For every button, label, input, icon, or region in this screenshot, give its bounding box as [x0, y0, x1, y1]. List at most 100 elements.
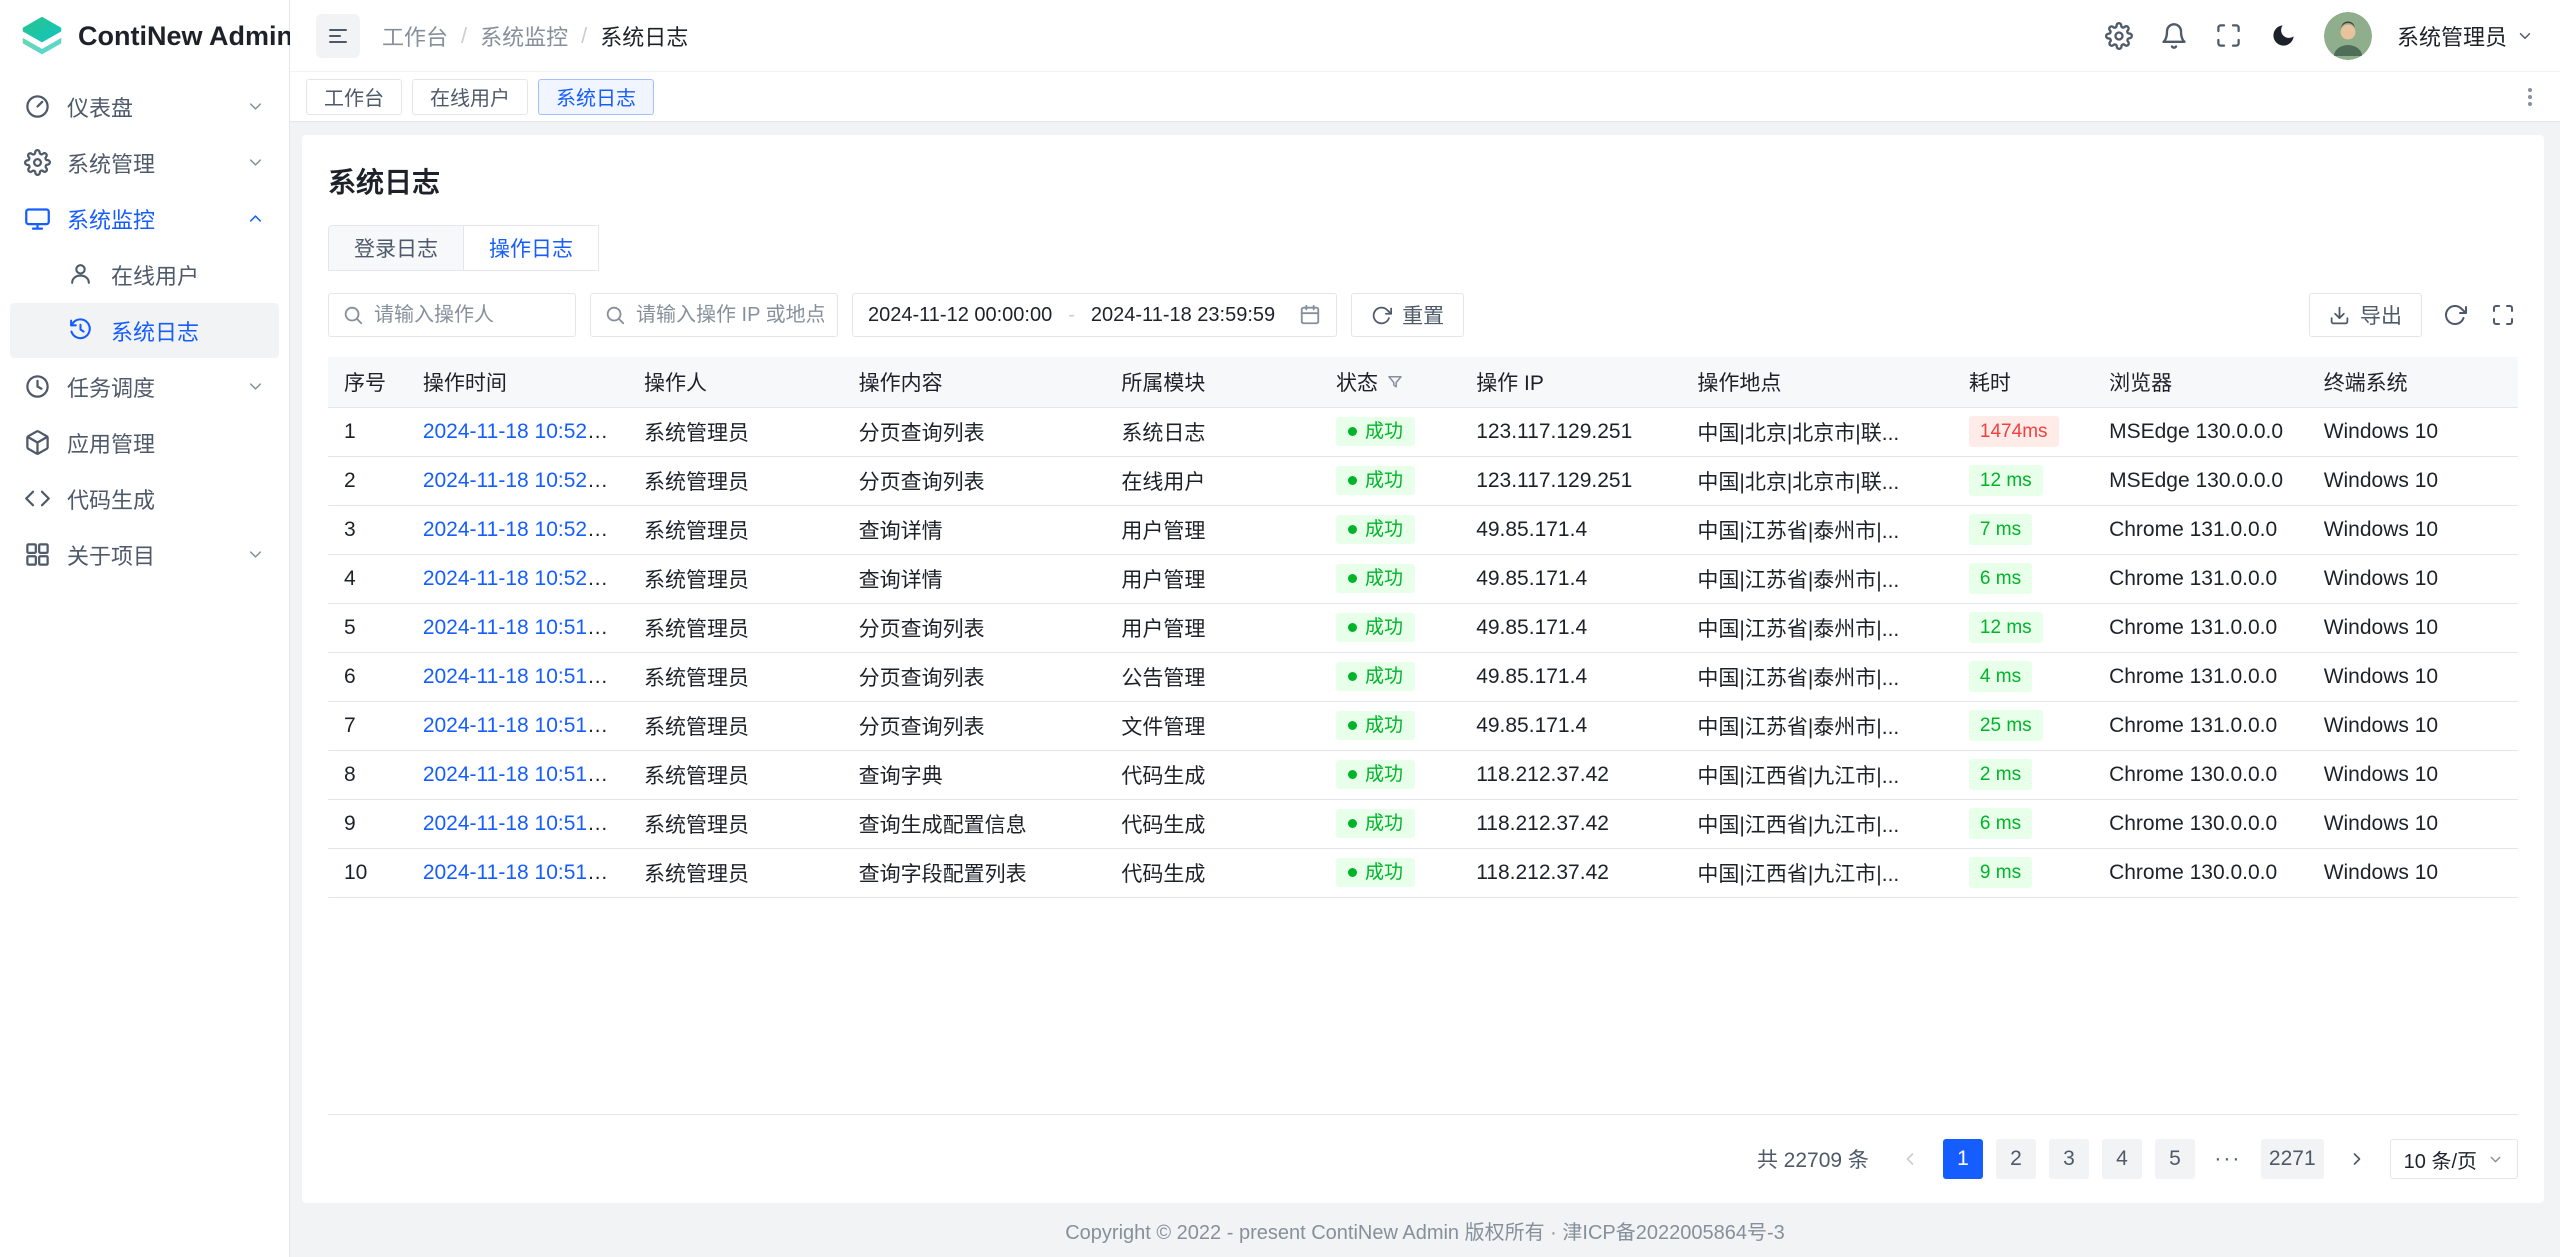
operator-search-input[interactable] [374, 304, 562, 327]
more-vertical-icon[interactable] [2516, 83, 2544, 111]
app-logo[interactable]: ContiNew Admin [0, 0, 289, 72]
sidebar-collapse-button[interactable] [316, 14, 360, 58]
cell-content: 查询字段配置列表 [843, 848, 1106, 897]
fullscreen-icon[interactable] [2214, 21, 2244, 51]
app-logo-icon [20, 14, 64, 58]
table-row[interactable]: 8 2024-11-18 10:51:50 系统管理员 查询字典 代码生成 成功… [328, 750, 2518, 799]
cell-duration: 6 ms [1953, 554, 2093, 603]
breadcrumb-item[interactable]: 系统监控 [480, 20, 568, 52]
ip-search-field[interactable] [590, 293, 838, 337]
pagination-page-1[interactable]: 1 [1943, 1139, 1983, 1179]
sidebar-item-online-users[interactable]: 在线用户 [10, 247, 279, 302]
date-range-picker[interactable]: 2024-11-12 00:00:00 - 2024-11-18 23:59:5… [852, 293, 1337, 337]
cell-browser: MSEdge 130.0.0.0 [2093, 407, 2308, 456]
cell-time: 2024-11-18 10:51:50 [407, 750, 628, 799]
sidebar-item-label: 任务调度 [67, 371, 230, 403]
operator-search-field[interactable] [328, 293, 576, 337]
pagination-page-2[interactable]: 2 [1996, 1139, 2036, 1179]
tab-login-log[interactable]: 登录日志 [328, 225, 464, 271]
page-size-select[interactable]: 10 条/页 [2390, 1139, 2518, 1179]
chevron-left-icon [1900, 1149, 1920, 1169]
duration-badge: 6 ms [1969, 563, 2032, 594]
sidebar-item-app-management[interactable]: 应用管理 [10, 415, 279, 470]
dark-mode-moon-icon[interactable] [2269, 21, 2299, 51]
cell-status: 成功 [1320, 603, 1460, 652]
log-time-link[interactable]: 2024-11-18 10:51:52 [423, 714, 616, 737]
status-filter-icon[interactable] [1386, 373, 1404, 391]
reset-button[interactable]: 重置 [1351, 293, 1464, 337]
log-time-link[interactable]: 2024-11-18 10:51:49 [423, 861, 616, 884]
copyright-text: Copyright © 2022 - present ContiNew Admi… [1065, 1216, 1785, 1245]
tab-operation-log[interactable]: 操作日志 [464, 225, 599, 271]
pagination-ellipsis[interactable]: ··· [2208, 1139, 2248, 1179]
cell-status: 成功 [1320, 701, 1460, 750]
sidebar-item-system-monitor[interactable]: 系统监控 [10, 191, 279, 246]
system-log-card: 系统日志 登录日志 操作日志 [302, 135, 2544, 1203]
pagination-prev-button[interactable] [1890, 1139, 1930, 1179]
export-button[interactable]: 导出 [2309, 293, 2422, 337]
sidebar-item-dashboard[interactable]: 仪表盘 [10, 79, 279, 134]
cell-no: 9 [328, 799, 407, 848]
cell-duration: 6 ms [1953, 799, 2093, 848]
ip-search-input[interactable] [636, 304, 824, 327]
log-time-link[interactable]: 2024-11-18 10:52:05 [423, 567, 616, 590]
status-dot-icon [1348, 721, 1357, 730]
log-time-link[interactable]: 2024-11-18 10:52:47 [423, 469, 616, 492]
cell-os: Windows 10 [2308, 456, 2518, 505]
table-row[interactable]: 6 2024-11-18 10:51:53 系统管理员 分页查询列表 公告管理 … [328, 652, 2518, 701]
chevron-down-icon [246, 545, 265, 564]
pagination-page-4[interactable]: 4 [2102, 1139, 2142, 1179]
log-time-link[interactable]: 2024-11-18 10:51:50 [423, 763, 616, 786]
breadcrumb-item[interactable]: 工作台 [382, 20, 448, 52]
sidebar-item-code-generation[interactable]: 代码生成 [10, 471, 279, 526]
table-row[interactable]: 1 2024-11-18 10:52:55 系统管理员 分页查询列表 系统日志 … [328, 407, 2518, 456]
table-fullscreen-icon[interactable] [2488, 300, 2518, 330]
cell-ip: 123.117.129.251 [1460, 456, 1681, 505]
log-time-link[interactable]: 2024-11-18 10:52:12 [423, 518, 616, 541]
pagination-next-button[interactable] [2337, 1139, 2377, 1179]
status-label: 成功 [1365, 765, 1403, 784]
cell-operator: 系统管理员 [628, 701, 843, 750]
sidebar-item-about-project[interactable]: 关于项目 [10, 527, 279, 582]
status-label: 成功 [1365, 618, 1403, 637]
sidebar-item-label: 系统管理 [67, 147, 230, 179]
table-row[interactable]: 9 2024-11-18 10:51:49 系统管理员 查询生成配置信息 代码生… [328, 799, 2518, 848]
user-name: 系统管理员 [2397, 20, 2507, 52]
pagination-page-3[interactable]: 3 [2049, 1139, 2089, 1179]
log-time-link[interactable]: 2024-11-18 10:51:49 [423, 812, 616, 835]
cell-status: 成功 [1320, 456, 1460, 505]
chevron-down-icon [246, 153, 265, 172]
table-row[interactable]: 5 2024-11-18 10:51:55 系统管理员 分页查询列表 用户管理 … [328, 603, 2518, 652]
table-row[interactable]: 3 2024-11-18 10:52:12 系统管理员 查询详情 用户管理 成功… [328, 505, 2518, 554]
pagination-page-5[interactable]: 5 [2155, 1139, 2195, 1179]
notification-bell-icon[interactable] [2159, 21, 2189, 51]
sidebar-item-system-management[interactable]: 系统管理 [10, 135, 279, 190]
user-menu[interactable]: 系统管理员 [2397, 20, 2534, 52]
table-refresh-icon[interactable] [2440, 300, 2470, 330]
cell-browser: Chrome 131.0.0.0 [2093, 603, 2308, 652]
status-label: 成功 [1365, 422, 1403, 441]
nav-tab-workbench[interactable]: 工作台 [306, 79, 402, 115]
table-row[interactable]: 2 2024-11-18 10:52:47 系统管理员 分页查询列表 在线用户 … [328, 456, 2518, 505]
log-time-link[interactable]: 2024-11-18 10:51:55 [423, 616, 616, 639]
table-row[interactable]: 4 2024-11-18 10:52:05 系统管理员 查询详情 用户管理 成功… [328, 554, 2518, 603]
cell-location: 中国|江苏省|泰州市|... [1681, 701, 1953, 750]
log-time-link[interactable]: 2024-11-18 10:52:55 [423, 420, 616, 443]
cell-location: 中国|江苏省|泰州市|... [1681, 554, 1953, 603]
sidebar-item-task-schedule[interactable]: 任务调度 [10, 359, 279, 414]
cell-location: 中国|江西省|九江市|... [1681, 799, 1953, 848]
cell-browser: MSEdge 130.0.0.0 [2093, 456, 2308, 505]
cell-operator: 系统管理员 [628, 407, 843, 456]
pagination-page-last[interactable]: 2271 [2261, 1139, 2324, 1179]
nav-tab-online-users[interactable]: 在线用户 [412, 79, 528, 115]
sidebar-item-system-log[interactable]: 系统日志 [10, 303, 279, 358]
status-label: 成功 [1365, 667, 1403, 686]
nav-tab-system-log[interactable]: 系统日志 [538, 79, 654, 115]
settings-gear-icon[interactable] [2104, 21, 2134, 51]
user-avatar[interactable] [2324, 12, 2372, 60]
cell-status: 成功 [1320, 848, 1460, 897]
table-row[interactable]: 10 2024-11-18 10:51:49 系统管理员 查询字段配置列表 代码… [328, 848, 2518, 897]
log-time-link[interactable]: 2024-11-18 10:51:53 [423, 665, 616, 688]
table-row[interactable]: 7 2024-11-18 10:51:52 系统管理员 分页查询列表 文件管理 … [328, 701, 2518, 750]
column-header-duration: 耗时 [1953, 357, 2093, 407]
